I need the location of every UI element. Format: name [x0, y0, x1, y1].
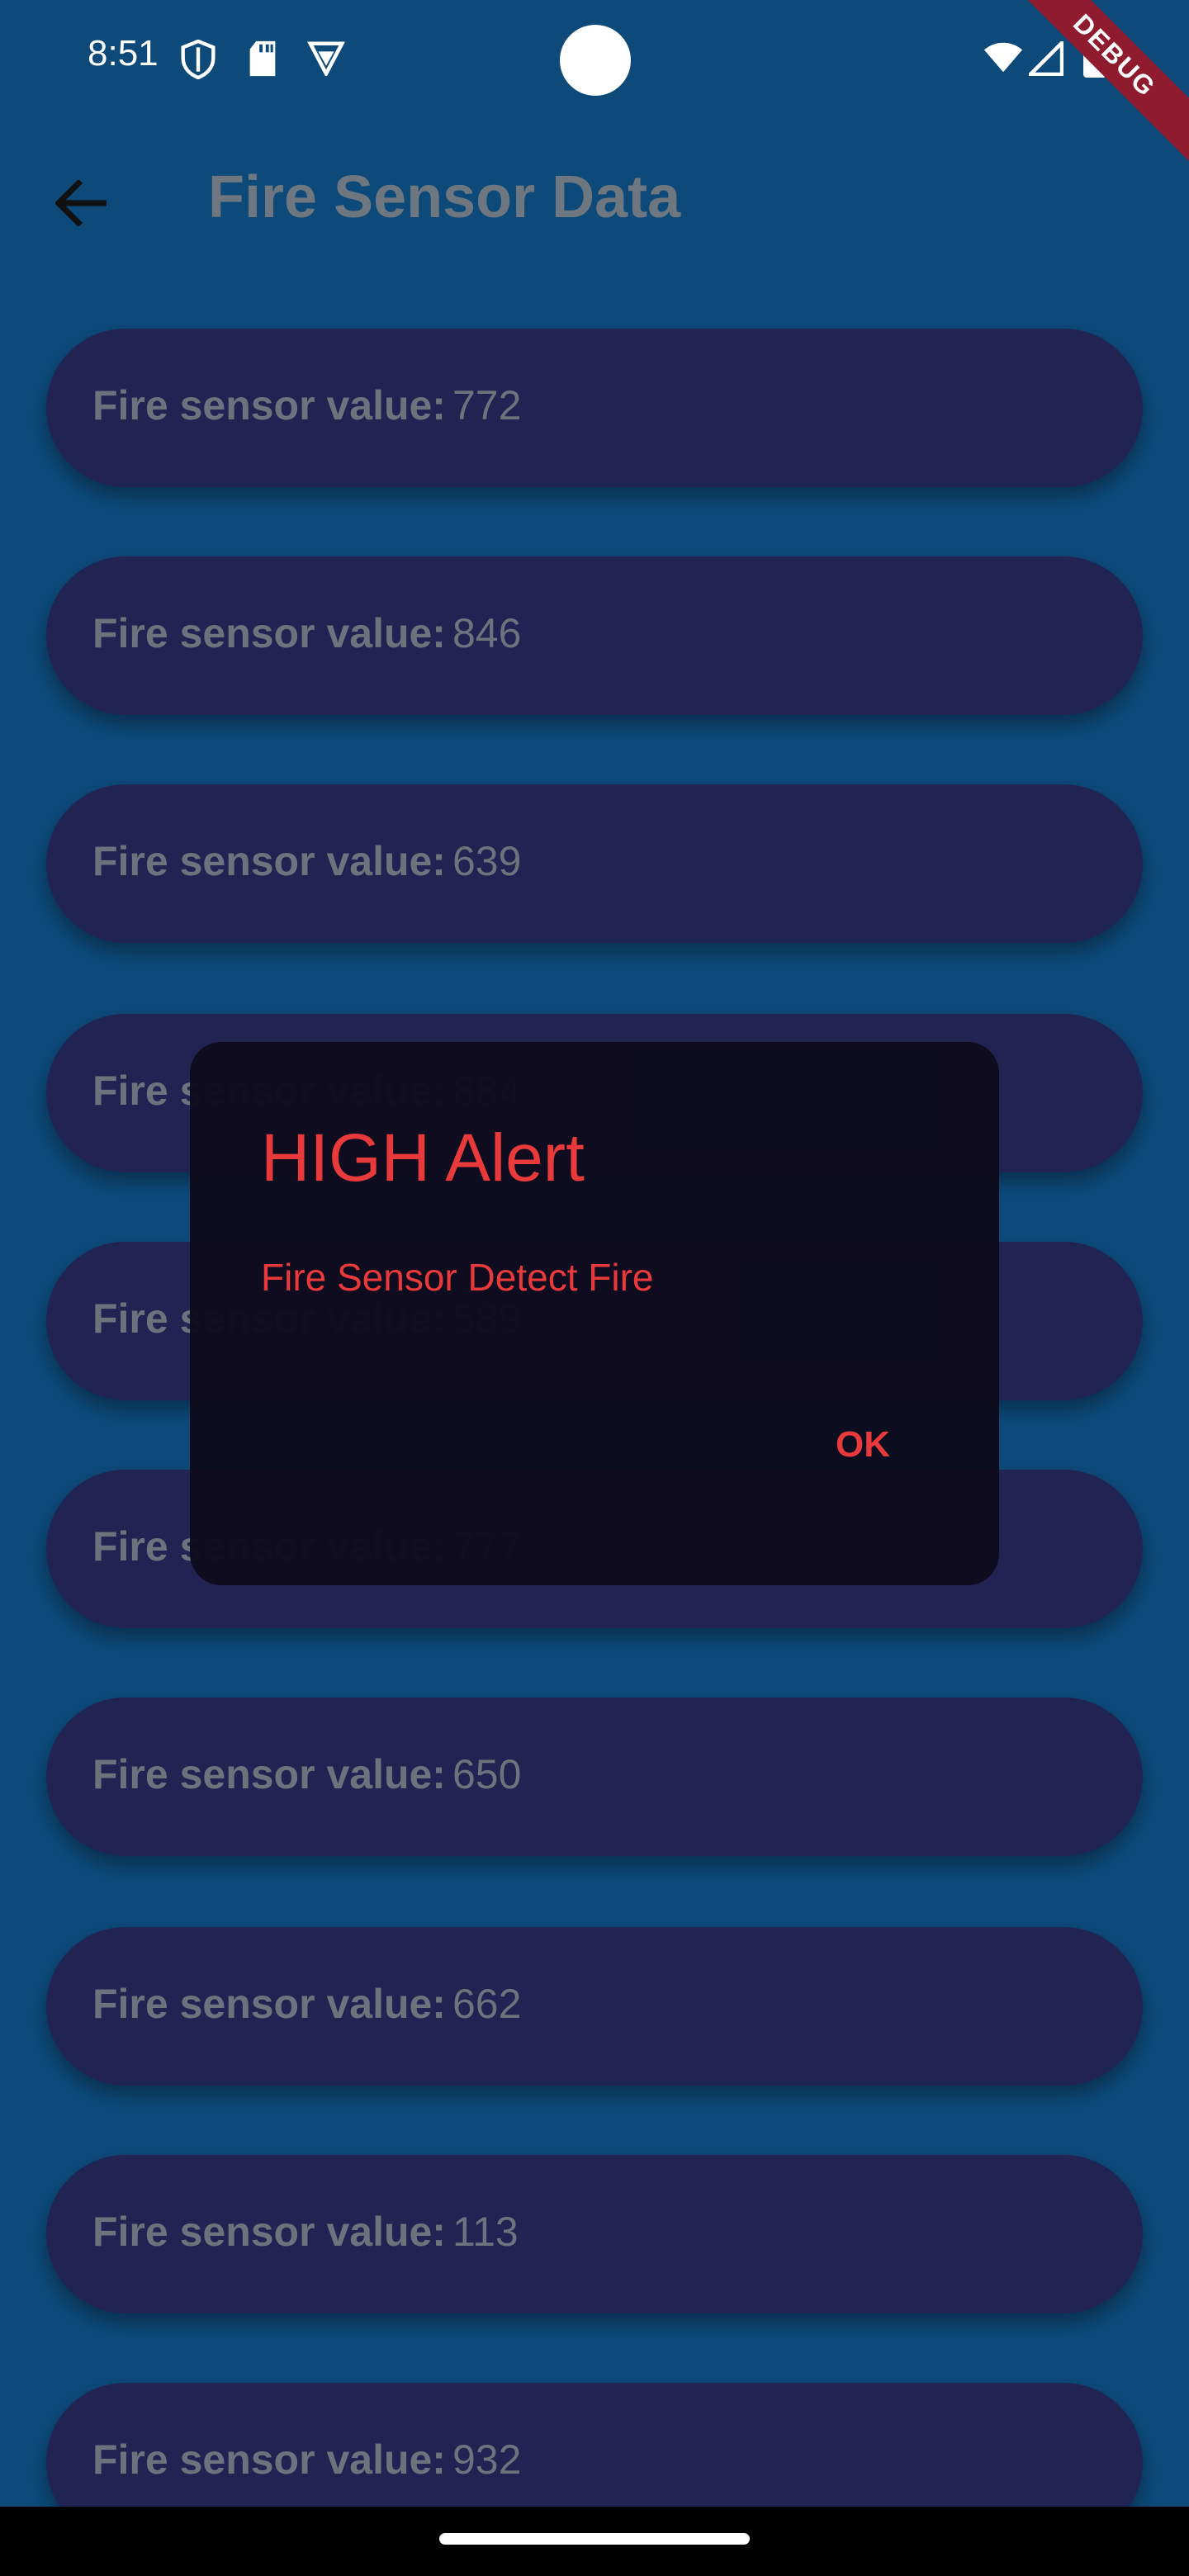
sensor-value: 650 — [452, 1751, 522, 1797]
sensor-label: Fire sensor value: — [92, 1751, 446, 1797]
sensor-reading: Fire sensor value: 113 — [92, 2208, 519, 2256]
list-item[interactable]: Fire sensor value: 113 — [46, 2155, 1143, 2313]
status-bar: 8:51 DEBUG — [0, 0, 1189, 165]
dialog-title: HIGH Alert — [261, 1120, 585, 1196]
sensor-value: 662 — [452, 1981, 522, 2027]
sensor-value: 639 — [452, 838, 522, 884]
sensor-reading: Fire sensor value: 662 — [92, 1980, 521, 2028]
arrow-left-icon — [54, 178, 108, 230]
alert-dialog: HIGH Alert Fire Sensor Detect Fire OK — [190, 1042, 999, 1585]
dialog-message: Fire Sensor Detect Fire — [261, 1256, 654, 1299]
app-bar: Fire Sensor Data — [0, 116, 1189, 281]
sensor-reading: Fire sensor value: 650 — [92, 1750, 521, 1798]
sensor-reading: Fire sensor value: 772 — [92, 381, 521, 429]
screen: 8:51 DEBUG Fire Sensor Data Fire sensor … — [0, 0, 1189, 2576]
sensor-label: Fire sensor value: — [92, 838, 446, 884]
sensor-label: Fire sensor value: — [92, 2436, 446, 2483]
list-item[interactable]: Fire sensor value: 662 — [46, 1927, 1143, 2086]
camera-cutout — [560, 25, 631, 96]
sensor-label: Fire sensor value: — [92, 610, 446, 656]
list-item[interactable]: Fire sensor value: 639 — [46, 784, 1143, 943]
sensor-label: Fire sensor value: — [92, 382, 446, 429]
list-item[interactable]: Fire sensor value: 772 — [46, 329, 1143, 487]
ok-button[interactable]: OK — [793, 1405, 933, 1485]
home-indicator[interactable] — [439, 2533, 750, 2545]
sensor-value: 772 — [452, 382, 522, 429]
status-time: 8:51 — [88, 33, 159, 73]
shield-icon — [180, 39, 216, 83]
sd-card-icon — [246, 40, 279, 82]
wifi-icon — [983, 41, 1024, 78]
page-title: Fire Sensor Data — [208, 164, 681, 230]
sensor-label: Fire sensor value: — [92, 2209, 446, 2255]
sensor-value: 113 — [452, 2209, 519, 2255]
list-item[interactable]: Fire sensor value: 846 — [46, 556, 1143, 715]
sensor-value: 846 — [452, 610, 522, 656]
back-button[interactable] — [41, 165, 121, 244]
signal-icon — [1028, 40, 1064, 80]
sensor-reading: Fire sensor value: 932 — [92, 2436, 521, 2484]
sensor-reading: Fire sensor value: 846 — [92, 609, 521, 657]
list-item[interactable]: Fire sensor value: 650 — [46, 1698, 1143, 1856]
vpn-icon — [307, 40, 345, 80]
navigation-bar — [0, 2507, 1189, 2576]
sensor-reading: Fire sensor value: 639 — [92, 837, 521, 885]
sensor-value: 932 — [452, 2436, 522, 2483]
sensor-label: Fire sensor value: — [92, 1981, 446, 2027]
